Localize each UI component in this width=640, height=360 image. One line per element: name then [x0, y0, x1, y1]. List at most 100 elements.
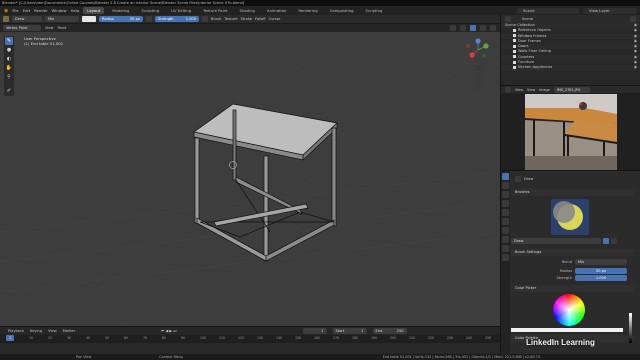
view-layer-tab-icon[interactable] — [502, 200, 509, 207]
workspace-tab-texture-paint[interactable]: Texture Paint — [199, 7, 232, 14]
zoom-icon[interactable] — [474, 64, 482, 72]
radius-slider[interactable]: Radius 50 px — [99, 16, 143, 22]
average-tool-icon[interactable]: ◐ — [5, 55, 13, 63]
keying-menu[interactable]: Keying — [30, 329, 42, 333]
modifier-tab-icon[interactable] — [502, 236, 509, 243]
brush-settings-panel-header[interactable]: Brush Settings — [511, 249, 635, 256]
material-tab-icon[interactable] — [502, 254, 509, 261]
collection-checkbox[interactable] — [513, 39, 516, 43]
color-wheel[interactable] — [553, 294, 585, 326]
brushes-panel-header[interactable]: Brushes — [511, 189, 635, 196]
workspace-tab-shading[interactable]: Shading — [236, 7, 259, 14]
end-frame-field[interactable]: End 250 — [372, 328, 407, 334]
solid-shading-icon[interactable] — [470, 25, 476, 31]
falloff-menu[interactable]: Falloff — [255, 17, 266, 21]
workspace-tab-layout[interactable]: Layout — [83, 7, 105, 14]
workspace-tab-animation[interactable]: Animation — [263, 7, 290, 14]
annotate-tool-icon[interactable]: ✐ — [5, 87, 13, 95]
mode-selector[interactable]: Vertex Paint — [3, 25, 41, 31]
paint-menu[interactable]: Paint — [58, 26, 67, 30]
blender-logo-icon[interactable]: ◉ — [4, 8, 8, 14]
menu-window[interactable]: Window — [52, 8, 67, 13]
brush-selector[interactable]: Draw — [12, 16, 42, 22]
filter-icon[interactable] — [630, 16, 636, 22]
menu-edit[interactable]: Edit — [23, 8, 30, 13]
workspace-tab-uv-editing[interactable]: UV Editing — [167, 7, 195, 14]
color-swatch-bar[interactable] — [511, 328, 623, 332]
table-leg[interactable] — [232, 109, 237, 181]
data-tab-icon[interactable] — [502, 245, 509, 252]
view-layer-selector[interactable]: View Layer — [583, 7, 637, 14]
blur-tool-icon[interactable]: ● — [5, 46, 13, 54]
view-menu[interactable]: View — [45, 26, 54, 30]
playback-controls[interactable]: ⏮ ◀ ▶ ⏭ — [161, 329, 176, 333]
workspace-tab-compositing[interactable]: Compositing — [326, 7, 358, 14]
new-brush-icon[interactable] — [611, 237, 617, 244]
start-frame-field[interactable]: Start 1 — [332, 328, 367, 334]
tool-tab-icon[interactable] — [502, 173, 509, 180]
scene-selector[interactable]: Scene — [517, 7, 579, 14]
draw-tool-icon[interactable]: ✎ — [5, 37, 13, 45]
viewport-overlays-icon[interactable] — [450, 25, 456, 31]
ie-view-mode[interactable]: View — [515, 88, 523, 92]
brush-icon[interactable] — [3, 16, 9, 22]
color-swatch[interactable] — [82, 16, 96, 22]
outliner-display-mode[interactable]: Scene — [522, 17, 533, 21]
fake-user-icon[interactable] — [603, 237, 609, 244]
menu-file[interactable]: File — [12, 8, 18, 13]
collection-checkbox[interactable] — [513, 60, 516, 64]
ie-view-menu[interactable]: View — [527, 88, 535, 92]
current-frame-field[interactable]: 1 — [302, 328, 327, 334]
world-tab-icon[interactable] — [502, 218, 509, 225]
workspace-tab-rendering[interactable]: Rendering — [294, 7, 321, 14]
z-axis-icon[interactable] — [475, 38, 481, 44]
reference-photo[interactable] — [525, 94, 617, 170]
table-leg[interactable] — [263, 155, 269, 262]
outliner-item[interactable]: Kitchen Appliances ◉ — [501, 65, 640, 71]
3d-viewport[interactable] — [0, 32, 500, 326]
rendered-shading-icon[interactable] — [490, 25, 496, 31]
brush-name-field[interactable]: Draw — [511, 237, 601, 244]
camera-view-icon[interactable] — [474, 82, 482, 90]
playback-menu[interactable]: Playback — [8, 329, 24, 333]
smear-tool-icon[interactable]: ✋ — [5, 64, 13, 72]
collection-checkbox[interactable] — [513, 44, 516, 48]
marker-menu[interactable]: Marker — [63, 329, 75, 333]
visibility-eye-icon[interactable]: ◉ — [634, 65, 637, 70]
props-strength-field[interactable]: 1.000 — [575, 275, 627, 281]
xray-icon[interactable] — [460, 25, 466, 31]
navigation-gizmo[interactable] — [462, 36, 494, 94]
timeline-view-menu[interactable]: View — [48, 329, 57, 333]
y-axis-icon[interactable] — [483, 43, 489, 49]
x-axis-icon[interactable] — [469, 52, 475, 58]
workspace-tab-sculpting[interactable]: Sculpting — [137, 7, 163, 14]
output-tab-icon[interactable] — [502, 191, 509, 198]
pan-hand-icon[interactable] — [474, 73, 482, 81]
workspace-tab-modeling[interactable]: Modeling — [108, 7, 133, 14]
collection-checkbox[interactable] — [513, 34, 516, 38]
outliner-editor-icon[interactable] — [505, 16, 511, 22]
table-leg[interactable] — [331, 127, 337, 227]
object-tab-icon[interactable] — [502, 227, 509, 234]
workspace-tab-scripting[interactable]: Scripting — [362, 7, 387, 14]
strength-slider[interactable]: Strength 1.000 — [155, 16, 199, 22]
material-shading-icon[interactable] — [480, 25, 486, 31]
menu-help[interactable]: Help — [71, 8, 80, 13]
color-picker-panel-header[interactable]: Color Picker — [511, 285, 635, 292]
ie-image-menu[interactable]: Image — [539, 88, 550, 92]
scene-tab-icon[interactable] — [502, 209, 509, 216]
blend-mode-dropdown[interactable]: Mix — [45, 16, 79, 22]
brush-preview[interactable] — [551, 199, 589, 235]
radius-pressure-icon[interactable] — [146, 16, 152, 22]
collection-checkbox[interactable] — [513, 28, 516, 32]
collection-checkbox[interactable] — [513, 65, 516, 69]
value-slider[interactable] — [629, 313, 632, 343]
timeline-ruler[interactable]: 1 0 10 20 30 40 50 60 70 80 90 100 110 120 130 140 150 1… — [0, 335, 500, 343]
blend-dropdown[interactable]: Mix — [575, 259, 627, 265]
image-editor-icon[interactable] — [505, 86, 511, 93]
cursor-menu[interactable]: Cursor — [269, 17, 281, 21]
brush-menu[interactable]: Brush — [211, 17, 221, 21]
sample-tool-icon[interactable]: ⚲ — [5, 73, 13, 81]
table-leg[interactable] — [194, 137, 200, 224]
end-table-model[interactable] — [193, 103, 338, 262]
